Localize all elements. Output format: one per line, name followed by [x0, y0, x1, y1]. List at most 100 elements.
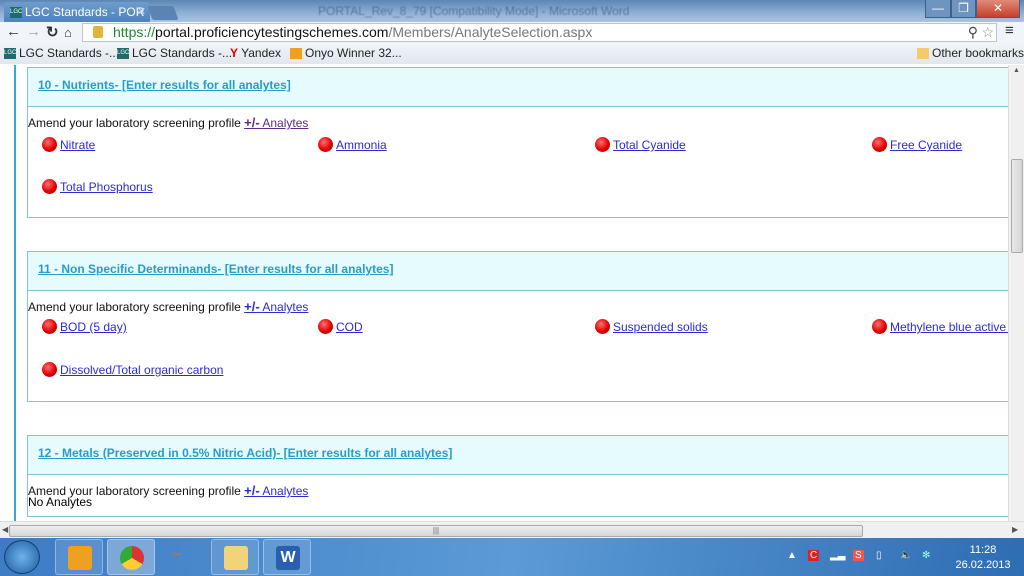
status-red-icon	[318, 137, 333, 153]
bookmark-item[interactable]: Onyo Winner 32...	[290, 46, 402, 60]
section-title-link[interactable]: 11 - Non Specific Determinands- [Enter r…	[38, 262, 393, 276]
clock[interactable]: 11:28 26.02.2013	[946, 543, 1020, 573]
section-title-link[interactable]: 12 - Metals (Preserved in 0.5% Nitric Ac…	[38, 446, 452, 460]
taskbar-app[interactable]: 〜	[159, 539, 207, 575]
back-icon[interactable]: ←	[6, 23, 21, 40]
bookmark-label: Onyo Winner 32...	[305, 46, 402, 60]
onyo-icon	[290, 48, 302, 60]
vertical-scroll-thumb[interactable]	[1011, 159, 1023, 253]
analyte-link[interactable]: Methylene blue active s	[890, 320, 1008, 334]
amend-row: Amend your laboratory screening profile …	[28, 107, 1008, 137]
amend-text: Amend your laboratory screening profile	[28, 116, 241, 130]
analyte-item[interactable]: Ammonia	[318, 137, 387, 153]
analyte-item[interactable]: Total Phosphorus	[42, 179, 153, 195]
bookmark-label: LGC Standards -...	[132, 46, 233, 60]
bookmarks-bar: LGC LGC Standards -... LGC LGC Standards -…	[0, 43, 1024, 64]
taskbar-word[interactable]: W	[263, 539, 311, 575]
analyte-link[interactable]: COD	[336, 320, 363, 334]
word-icon: W	[276, 546, 300, 570]
analytes-label: Analytes	[262, 300, 309, 314]
analyte-item[interactable]: Suspended solids	[595, 319, 708, 335]
tab-title: LGC Standards - POR	[25, 5, 145, 19]
menu-icon[interactable]: ≡	[1005, 22, 1014, 39]
status-red-icon	[42, 319, 57, 335]
scroll-left-icon[interactable]: ◀	[2, 525, 8, 534]
clock-date: 26.02.2013	[955, 559, 1011, 571]
reload-icon[interactable]: ↻	[46, 23, 59, 41]
horizontal-scroll-thumb[interactable]: |||	[9, 525, 863, 537]
star-icon[interactable]: ☆	[981, 24, 994, 41]
section-header: 11 - Non Specific Determinands- [Enter r…	[28, 252, 1008, 291]
status-red-icon	[595, 137, 610, 153]
window-titlebar: PORTAL_Rev_8_79 [Compatibility Mode] - M…	[0, 0, 1024, 22]
app-icon: 〜	[172, 550, 182, 561]
section-11: 11 - Non Specific Determinands- [Enter r…	[27, 251, 1008, 402]
taskbar-chrome[interactable]	[107, 539, 155, 575]
show-hidden-icons[interactable]: ▲	[787, 550, 797, 561]
chrome-icon	[120, 546, 144, 570]
edit-analytes-link[interactable]: +/- Analytes	[244, 299, 309, 314]
analyte-link[interactable]: Nitrate	[60, 138, 95, 152]
minimize-button[interactable]: —	[925, 0, 951, 18]
analyte-item[interactable]: Nitrate	[42, 137, 95, 153]
analytes-label: Analytes	[262, 116, 309, 130]
zoom-icon[interactable]: ⚲	[968, 24, 978, 41]
analyte-item[interactable]: BOD (5 day)	[42, 319, 127, 335]
analyte-item[interactable]: COD	[318, 319, 363, 335]
url-path: /Members/AnalyteSelection.aspx	[388, 24, 593, 40]
browser-toolbar: ← → ↻ ⌂ https://portal.proficiencytestin…	[0, 22, 1024, 43]
network-icon[interactable]: ▂▃	[830, 550, 845, 561]
section-header: 10 - Nutrients- [Enter results for all a…	[28, 68, 1008, 107]
url-host: portal.proficiencytestingschemes.com	[155, 24, 389, 40]
plus-minus: +/-	[244, 299, 260, 314]
maximize-button[interactable]: ❐	[951, 0, 976, 18]
taskbar-outlook[interactable]	[55, 539, 103, 575]
other-bookmarks[interactable]: Other bookmarks	[917, 46, 1024, 60]
analyte-item[interactable]: Total Cyanide	[595, 137, 686, 153]
scroll-up-icon[interactable]: ▲	[1013, 67, 1020, 74]
analyte-item[interactable]: Methylene blue active s	[872, 319, 1008, 335]
analyte-link[interactable]: Ammonia	[336, 138, 387, 152]
address-bar[interactable]: https://portal.proficiencytestingschemes…	[82, 23, 997, 42]
lgc-icon: LGC	[10, 7, 22, 19]
analyte-item[interactable]: Dissolved/Total organic carbon	[42, 362, 223, 378]
horizontal-scrollbar[interactable]: ◀ ||| ▶	[0, 521, 1024, 538]
status-red-icon	[872, 137, 887, 153]
close-window-button[interactable]: ✕	[976, 0, 1020, 18]
edit-analytes-link[interactable]: +/- Analytes	[244, 115, 309, 130]
start-button[interactable]	[4, 540, 40, 574]
analyte-link[interactable]: Total Cyanide	[613, 138, 686, 152]
bookmark-item[interactable]: Y Yandex	[230, 46, 281, 60]
section-title-link[interactable]: 10 - Nutrients- [Enter results for all a…	[38, 78, 291, 92]
left-border	[14, 65, 16, 521]
close-tab-icon[interactable]: ✕	[137, 5, 146, 18]
home-icon[interactable]: ⌂	[64, 25, 72, 40]
tray-security-icon[interactable]: S	[853, 550, 864, 561]
volume-icon[interactable]: 🔈	[900, 550, 912, 561]
amend-text: Amend your laboratory screening profile	[28, 300, 241, 314]
bookmark-item[interactable]: LGC LGC Standards -...	[117, 46, 232, 60]
lock-icon	[93, 26, 103, 38]
outlook-icon	[68, 546, 92, 570]
analyte-item[interactable]: Free Cyanide	[872, 137, 962, 153]
clock-time: 11:28	[969, 544, 997, 556]
forward-icon[interactable]: →	[26, 23, 41, 40]
new-tab-button[interactable]	[147, 6, 179, 20]
status-red-icon	[42, 362, 57, 378]
bookmark-item[interactable]: LGC LGC Standards -...	[4, 46, 119, 60]
status-red-icon	[42, 179, 57, 195]
analyte-link[interactable]: Free Cyanide	[890, 138, 962, 152]
edit-analytes-link[interactable]: +/- Analytes	[244, 483, 308, 498]
analyte-link[interactable]: Dissolved/Total organic carbon	[60, 363, 223, 377]
analyte-link[interactable]: BOD (5 day)	[60, 320, 127, 334]
browser-tab[interactable]: LGC LGC Standards - POR ✕	[4, 2, 150, 22]
tray-app-icon[interactable]: C	[808, 550, 820, 561]
bookmark-label: Yandex	[241, 46, 281, 60]
vertical-scrollbar[interactable]: ▲	[1008, 65, 1024, 521]
dropbox-icon[interactable]: ✻	[922, 550, 930, 561]
analyte-link[interactable]: Total Phosphorus	[60, 180, 153, 194]
analyte-link[interactable]: Suspended solids	[613, 320, 708, 334]
scroll-right-icon[interactable]: ▶	[1012, 525, 1018, 534]
power-icon[interactable]: ▯	[876, 550, 882, 561]
taskbar-explorer[interactable]	[211, 539, 259, 575]
